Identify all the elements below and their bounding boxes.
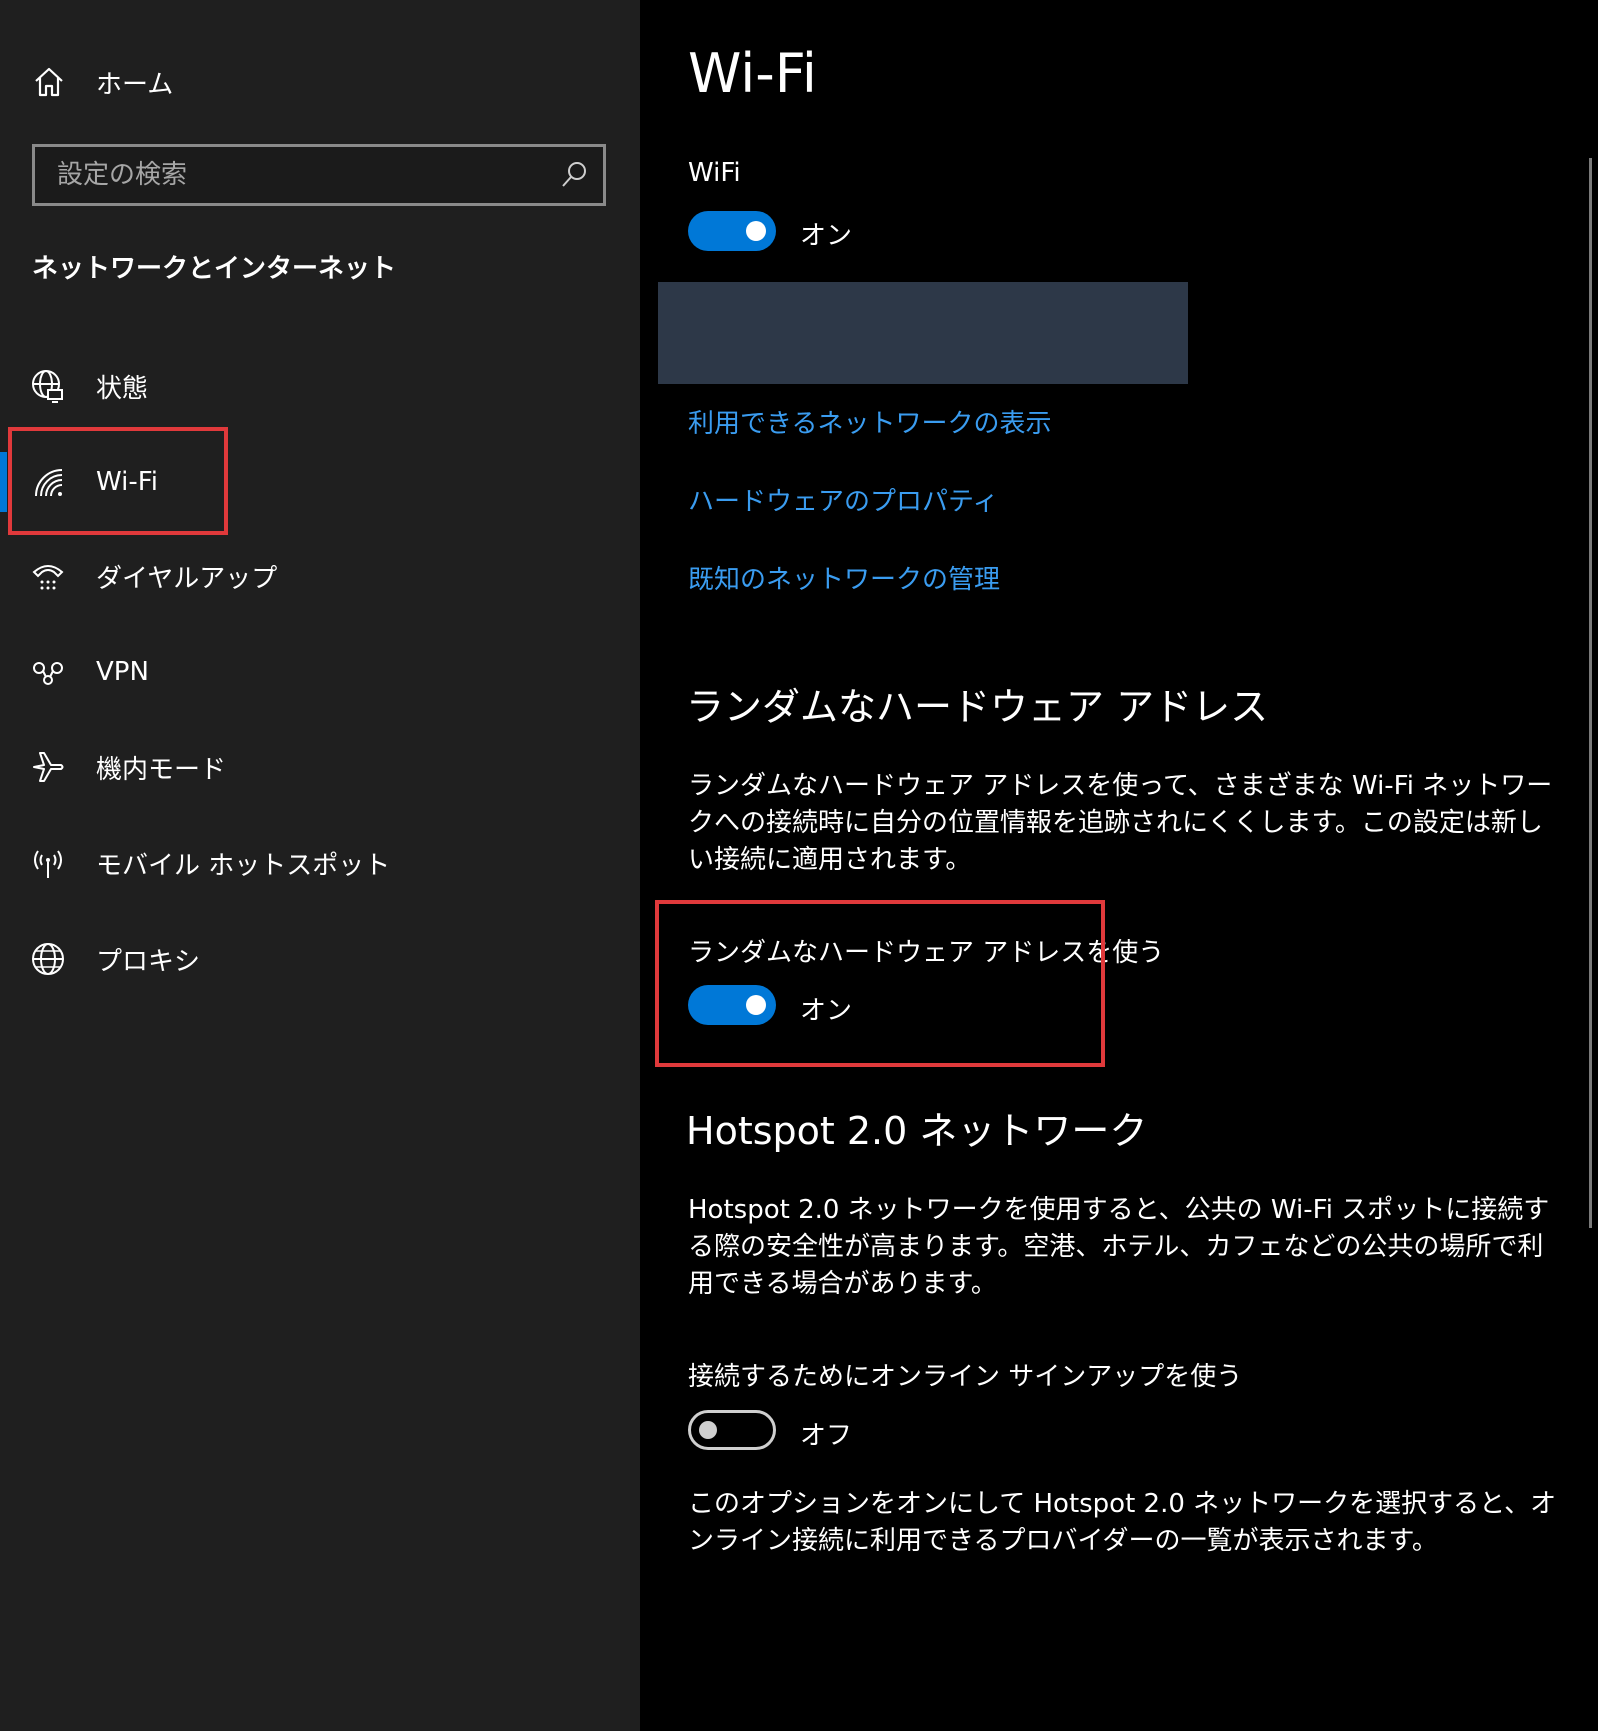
wifi-toggle-state: オン — [800, 221, 853, 251]
show-available-networks-link[interactable]: 利用できるネットワークの表示 — [688, 403, 1051, 440]
wifi-icon — [35, 469, 63, 497]
globe-status-icon — [32, 370, 63, 403]
settings-window: ホーム ネットワークとインターネット 状態 — [0, 0, 1598, 1731]
sidebar-item-mobile-hotspot[interactable]: モバイル ホットスポット — [0, 823, 640, 903]
wifi-label: WiFi — [688, 158, 741, 188]
hotspot-heading: Hotspot 2.0 ネットワーク — [686, 1109, 1148, 1153]
sidebar-item-label: プロキシ — [96, 946, 201, 977]
random-address-toggle-state: オン — [800, 996, 853, 1026]
network-redacted-area — [658, 282, 1188, 384]
section-title: ネットワークとインターネット — [32, 254, 397, 284]
random-address-heading: ランダムなハードウェア アドレス — [686, 685, 1269, 729]
sidebar-item-airplane-mode[interactable]: 機内モード — [0, 727, 640, 807]
hotspot-icon — [34, 850, 62, 878]
home-icon — [35, 67, 63, 97]
home-label: ホーム — [96, 69, 174, 100]
sidebar-item-label: 状態 — [96, 373, 149, 404]
search-input[interactable] — [35, 146, 559, 204]
page-title: Wi-Fi — [688, 42, 817, 105]
online-signup-toggle-label: 接続するためにオンライン サインアップを使う — [688, 1362, 1243, 1392]
globe-icon — [32, 943, 64, 975]
hardware-properties-link[interactable]: ハードウェアのプロパティ — [688, 481, 998, 518]
random-address-description: ランダムなハードウェア アドレスを使って、さまざまな Wi-Fi ネットワークへ… — [688, 771, 1553, 875]
sidebar-item-label: モバイル ホットスポット — [96, 850, 391, 881]
sidebar-item-status[interactable]: 状態 — [0, 346, 640, 426]
manage-known-networks-link[interactable]: 既知のネットワークの管理 — [688, 559, 1000, 596]
online-signup-footer: このオプションをオンにして Hotspot 2.0 ネットワークを選択すると、オ… — [688, 1489, 1557, 1556]
wifi-toggle[interactable] — [688, 211, 776, 251]
highlight-box-random-address — [655, 900, 1105, 1067]
sidebar-item-label: VPN — [96, 657, 149, 687]
vpn-icon — [33, 662, 63, 685]
search-box[interactable] — [32, 144, 606, 206]
sidebar-item-label: Wi-Fi — [96, 467, 159, 497]
hotspot-description: Hotspot 2.0 ネットワークを使用すると、公共の Wi-Fi スポットに… — [688, 1195, 1550, 1299]
home-nav-item[interactable]: ホーム — [32, 58, 173, 106]
online-signup-toggle-state: オフ — [800, 1421, 853, 1451]
sidebar-item-vpn[interactable]: VPN — [0, 632, 640, 712]
scrollbar[interactable] — [1589, 158, 1592, 1228]
toggle-knob — [746, 995, 766, 1015]
online-signup-toggle[interactable] — [688, 1410, 776, 1450]
toggle-knob — [746, 221, 766, 241]
random-address-toggle[interactable] — [688, 985, 776, 1025]
main-content: Wi-Fi WiFi オン 利用できるネットワークの表示 ハードウェアのプロパテ… — [640, 0, 1598, 1731]
airplane-icon — [33, 752, 64, 782]
search-icon[interactable] — [559, 160, 589, 190]
sidebar-item-dialup[interactable]: ダイヤルアップ — [0, 536, 640, 616]
sidebar-item-wifi[interactable]: Wi-Fi — [0, 442, 640, 522]
sidebar-item-label: 機内モード — [96, 754, 227, 785]
sidebar: ホーム ネットワークとインターネット 状態 — [0, 0, 640, 1731]
dialup-icon — [32, 565, 64, 590]
sidebar-item-proxy[interactable]: プロキシ — [0, 919, 640, 999]
random-address-toggle-label: ランダムなハードウェア アドレスを使う — [688, 938, 1165, 968]
toggle-knob — [699, 1421, 717, 1439]
sidebar-item-label: ダイヤルアップ — [96, 563, 278, 594]
